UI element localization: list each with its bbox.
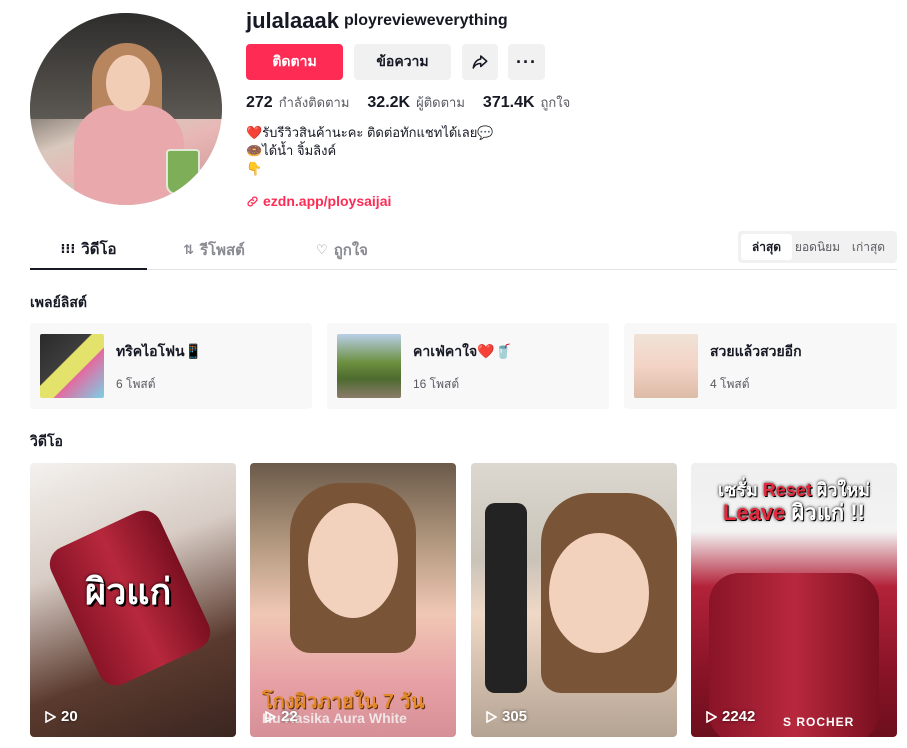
view-count: 2242 xyxy=(705,708,755,725)
sort-toggle: ล่าสุด ยอดนิยม เก่าสุด xyxy=(738,231,897,263)
playlist-name: สวยแล้วสวยอีก xyxy=(710,343,802,359)
share-icon xyxy=(472,55,488,69)
play-icon xyxy=(486,710,497,723)
tab-label: ถูกใจ xyxy=(333,242,368,259)
playlist-name: คาเฟ่คาใจ❤️🥤 xyxy=(413,343,513,359)
video-card[interactable]: เซรั่ม Reset ผิวใหม่ Leave ผิวแก่ !! S R… xyxy=(691,463,897,737)
bio-line: ❤️รับรีวิวสินค้านะคะ ติดต่อทักแชทได้เลย💬 xyxy=(246,125,494,140)
sort-oldest[interactable]: เก่าสุด xyxy=(843,234,894,260)
playlist-card[interactable]: สวยแล้วสวยอีก 4 โพสต์ xyxy=(624,323,897,409)
video-card[interactable]: ผิวแก่ 20 xyxy=(30,463,236,737)
following-stat[interactable]: 272 กำลังติดตาม xyxy=(246,92,349,113)
more-options-button[interactable]: ··· xyxy=(508,44,545,80)
view-count-value: 20 xyxy=(61,708,78,725)
view-count: 305 xyxy=(485,708,527,725)
profile-nickname: ployrevieweverything xyxy=(344,12,508,29)
view-count: 22 xyxy=(264,708,298,725)
likes-label: ถูกใจ xyxy=(540,95,571,110)
followers-count: 32.2K xyxy=(367,94,411,111)
tab-liked[interactable]: ♡ ถูกใจ xyxy=(292,230,392,270)
video-overlay-text: ผิวแก่ xyxy=(85,571,172,612)
view-count: 20 xyxy=(44,708,78,725)
playlist-count: 16 โพสต์ xyxy=(413,377,460,391)
brand-logo: S ROCHER xyxy=(783,715,855,729)
bio-line: 🍩ได้น้ำ จิ้มลิงค์ xyxy=(246,143,337,158)
playlist-count: 4 โพสต์ xyxy=(710,377,750,391)
playlist-thumbnail xyxy=(634,334,698,398)
profile-bio: ❤️รับรีวิวสินค้านะคะ ติดต่อทักแชทได้เลย💬… xyxy=(246,124,494,178)
sort-popular[interactable]: ยอดนิยม xyxy=(792,234,843,260)
tab-label: รีโพสต์ xyxy=(200,242,245,259)
grid-icon: ⁝⁝⁝ xyxy=(60,241,76,256)
profile-link[interactable]: ezdn.app/ploysaijai xyxy=(246,193,391,209)
following-count: 272 xyxy=(246,94,273,111)
video-card[interactable]: 305 xyxy=(471,463,677,737)
playlist-card[interactable]: คาเฟ่คาใจ❤️🥤 16 โพสต์ xyxy=(327,323,609,409)
playlist-name: ทริคไอโฟน📱 xyxy=(116,343,202,359)
play-icon xyxy=(265,710,276,723)
repost-icon: ⇅ xyxy=(183,242,194,257)
link-icon xyxy=(247,195,258,207)
profile-username: julalaaak xyxy=(246,8,339,33)
tab-videos[interactable]: ⁝⁝⁝ วิดีโอ xyxy=(30,230,147,270)
view-count-value: 305 xyxy=(502,708,528,725)
video-overlay-text: Leave ผิวแก่ !! xyxy=(722,500,865,525)
play-icon xyxy=(45,710,56,723)
videos-heading: วิดีโอ xyxy=(30,433,63,449)
profile-avatar xyxy=(30,13,222,205)
video-card[interactable]: โกงผิวภายใน 7 วัน Hu Rasika Aura White 2… xyxy=(250,463,456,737)
following-label: กำลังติดตาม xyxy=(278,95,350,110)
play-icon xyxy=(706,710,717,723)
view-count-value: 2242 xyxy=(722,708,756,725)
view-count-value: 22 xyxy=(281,708,298,725)
tab-reposts[interactable]: ⇅ รีโพสต์ xyxy=(161,230,267,270)
playlists-heading: เพลย์ลิสต์ xyxy=(30,294,88,310)
playlist-thumbnail xyxy=(337,334,401,398)
follow-button[interactable]: ติดตาม xyxy=(246,44,343,80)
heart-icon: ♡ xyxy=(316,242,328,257)
tab-label: วิดีโอ xyxy=(81,241,117,258)
followers-label: ผู้ติดตาม xyxy=(416,95,465,110)
followers-stat[interactable]: 32.2K ผู้ติดตาม xyxy=(367,92,465,113)
share-button[interactable] xyxy=(462,44,498,80)
profile-stats: 272 กำลังติดตาม 32.2K ผู้ติดตาม 371.4K ถ… xyxy=(246,92,570,113)
playlist-card[interactable]: ทริคไอโฟน📱 6 โพสต์ xyxy=(30,323,312,409)
sort-latest[interactable]: ล่าสุด xyxy=(741,234,792,260)
profile-link-text: ezdn.app/ploysaijai xyxy=(263,193,392,209)
playlist-thumbnail xyxy=(40,334,104,398)
playlist-count: 6 โพสต์ xyxy=(116,377,156,391)
likes-stat: 371.4K ถูกใจ xyxy=(483,92,570,113)
message-button[interactable]: ข้อความ xyxy=(354,44,451,80)
video-thumbnail xyxy=(485,503,527,693)
bio-line: 👇 xyxy=(246,161,263,176)
likes-count: 371.4K xyxy=(482,94,535,111)
